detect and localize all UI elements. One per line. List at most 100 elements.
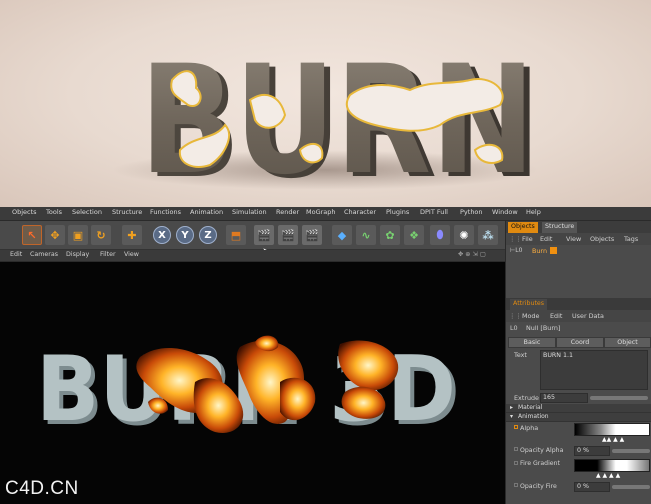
z-axis-button[interactable]: Z: [199, 226, 217, 244]
attributes-tabs: Attributes: [506, 298, 651, 310]
right-panel: Objects Structure ⋮⋮ File Edit View Obje…: [505, 221, 651, 504]
attributes-menu-icon: ⋮⋮: [509, 312, 522, 320]
viewport-burning-letters: BURN 3D BURN 3D: [36, 335, 460, 446]
objects-menu-file[interactable]: File: [522, 235, 533, 243]
objects-menu-icon: ⋮⋮: [509, 235, 522, 243]
objects-menu: ⋮⋮ File Edit View Objects Tags: [506, 233, 651, 245]
alpha-keyframe-icon[interactable]: [514, 425, 518, 429]
fire-gradient-row: Fire Gradient ▲ ▲ ▲ ▲: [506, 458, 651, 480]
scene-icon[interactable]: ✺: [454, 225, 474, 245]
opacity-alpha-label: Opacity Alpha: [520, 447, 564, 454]
basic-button[interactable]: Basic: [508, 337, 556, 348]
alpha-label: Alpha: [520, 424, 539, 432]
opacity-alpha-keyframe-icon[interactable]: [514, 447, 518, 451]
null-icon: L0: [510, 324, 518, 332]
deformer-icon[interactable]: ⬮: [430, 225, 450, 245]
viewport-menu-bar: Edit Cameras Display Filter View ✥ ⊕ ⇲ ▢: [0, 250, 505, 262]
extrude-row: Extrude 165: [506, 392, 651, 404]
fire-gradient[interactable]: [574, 459, 650, 472]
object-tree-row[interactable]: ⊢L0 Burn: [506, 245, 651, 260]
opacity-alpha-slider[interactable]: [612, 449, 650, 453]
scale-icon[interactable]: ▣: [68, 225, 88, 245]
opacity-fire-slider[interactable]: [612, 485, 650, 489]
attributes-menu: ⋮⋮ Mode Edit User Data: [506, 310, 651, 322]
vp-menu-filter[interactable]: Filter: [100, 251, 116, 258]
menu-functions[interactable]: Functions: [150, 208, 181, 216]
menu-structure[interactable]: Structure: [112, 208, 142, 216]
text-input[interactable]: BURN 1.1: [540, 350, 648, 390]
coord-button[interactable]: Coord: [556, 337, 604, 348]
menu-selection[interactable]: Selection: [72, 208, 102, 216]
attributes-menu-mode[interactable]: Mode: [522, 312, 539, 320]
render-picture-viewer-icon[interactable]: 🎬: [278, 225, 298, 245]
menu-tools[interactable]: Tools: [46, 208, 62, 216]
animation-section[interactable]: ▾ Animation: [506, 413, 651, 422]
array-icon[interactable]: ❖: [404, 225, 424, 245]
wooden-burn-letters: BURN BURN: [140, 34, 541, 207]
opacity-fire-keyframe-icon[interactable]: [514, 483, 518, 487]
alpha-knots[interactable]: ▲▲ ▲ ▲: [602, 436, 624, 443]
move-icon[interactable]: ✥: [45, 225, 65, 245]
light-icon[interactable]: ⁂: [478, 225, 498, 245]
menu-dpit-full[interactable]: DPIT Full: [420, 208, 448, 216]
menu-animation[interactable]: Animation: [190, 208, 223, 216]
material-section[interactable]: ▸ Material: [506, 404, 651, 413]
vp-menu-edit[interactable]: Edit: [10, 251, 22, 258]
spline-icon[interactable]: ∿: [356, 225, 376, 245]
menu-character[interactable]: Character: [344, 208, 376, 216]
objects-tabs: Objects Structure: [506, 221, 651, 233]
menu-python[interactable]: Python: [460, 208, 483, 216]
attributes-object-label: Null [Burn]: [526, 324, 561, 332]
render-view-icon[interactable]: 🎬: [254, 225, 274, 245]
fire-gradient-keyframe-icon[interactable]: [514, 461, 518, 465]
alpha-gradient[interactable]: [574, 423, 650, 436]
attributes-menu-edit[interactable]: Edit: [550, 312, 562, 320]
alpha-row: Alpha ▲▲ ▲ ▲: [506, 422, 651, 444]
main-toolbar: ↖ ✥ ▣ ↻ ✚ X Y Z ⬒ 🎬 🎬 🎬 ◆ ∿ ✿ ❖ ⬮ ✺ ⁂ ➤: [0, 221, 505, 259]
attributes-button-row: Basic Coord Object: [506, 337, 651, 348]
cube-icon[interactable]: ◆: [332, 225, 352, 245]
vp-menu-view[interactable]: View: [124, 251, 139, 258]
nurbs-icon[interactable]: ✿: [380, 225, 400, 245]
menu-plugins[interactable]: Plugins: [386, 208, 409, 216]
objects-menu-tags[interactable]: Tags: [624, 235, 638, 243]
tab-structure[interactable]: Structure: [542, 222, 578, 233]
viewport-nav-icons[interactable]: ✥ ⊕ ⇲ ▢: [458, 251, 486, 258]
live-selection-icon[interactable]: ↖: [22, 225, 42, 245]
menu-help[interactable]: Help: [526, 208, 541, 216]
opacity-alpha-input[interactable]: 0 %: [574, 446, 610, 456]
object-button[interactable]: Object: [604, 337, 651, 348]
tab-attributes[interactable]: Attributes: [510, 299, 548, 310]
coordinate-system-icon[interactable]: ⬒: [226, 225, 246, 245]
opacity-alpha-row: Opacity Alpha 0 %: [506, 444, 651, 458]
opacity-fire-row: Opacity Fire 0 %: [506, 480, 651, 494]
objects-menu-view[interactable]: View: [566, 235, 581, 243]
opacity-fire-input[interactable]: 0 %: [574, 482, 610, 492]
text-field-row: Text BURN 1.1: [506, 348, 651, 392]
material-expand-icon: ▸: [510, 404, 514, 411]
attributes-menu-user-data[interactable]: User Data: [572, 312, 604, 320]
extrude-input[interactable]: 165: [540, 393, 588, 403]
vp-menu-display[interactable]: Display: [66, 251, 89, 258]
menu-window[interactable]: Window: [492, 208, 518, 216]
menu-mograph[interactable]: MoGraph: [306, 208, 336, 216]
rotate-icon[interactable]: ↻: [91, 225, 111, 245]
render-settings-icon[interactable]: 🎬: [302, 225, 322, 245]
objects-menu-objects[interactable]: Objects: [590, 235, 614, 243]
menu-render[interactable]: Render: [276, 208, 299, 216]
add-icon[interactable]: ✚: [122, 225, 142, 245]
tab-objects[interactable]: Objects: [508, 222, 538, 233]
object-tree-area[interactable]: [506, 260, 651, 298]
objects-menu-edit[interactable]: Edit: [540, 235, 552, 243]
object-color-swatch: [550, 247, 557, 254]
y-axis-button[interactable]: Y: [176, 226, 194, 244]
menu-objects[interactable]: Objects: [12, 208, 37, 216]
3d-viewport[interactable]: BURN 3D BURN 3D: [0, 262, 505, 504]
fire-gradient-knots[interactable]: ▲ ▲ ▲ ▲: [596, 472, 620, 479]
opacity-fire-label: Opacity Fire: [520, 483, 557, 490]
object-name-burn[interactable]: Burn: [532, 247, 547, 255]
vp-menu-cameras[interactable]: Cameras: [30, 251, 58, 258]
extrude-slider[interactable]: [590, 396, 648, 400]
menu-simulation[interactable]: Simulation: [232, 208, 267, 216]
x-axis-button[interactable]: X: [153, 226, 171, 244]
